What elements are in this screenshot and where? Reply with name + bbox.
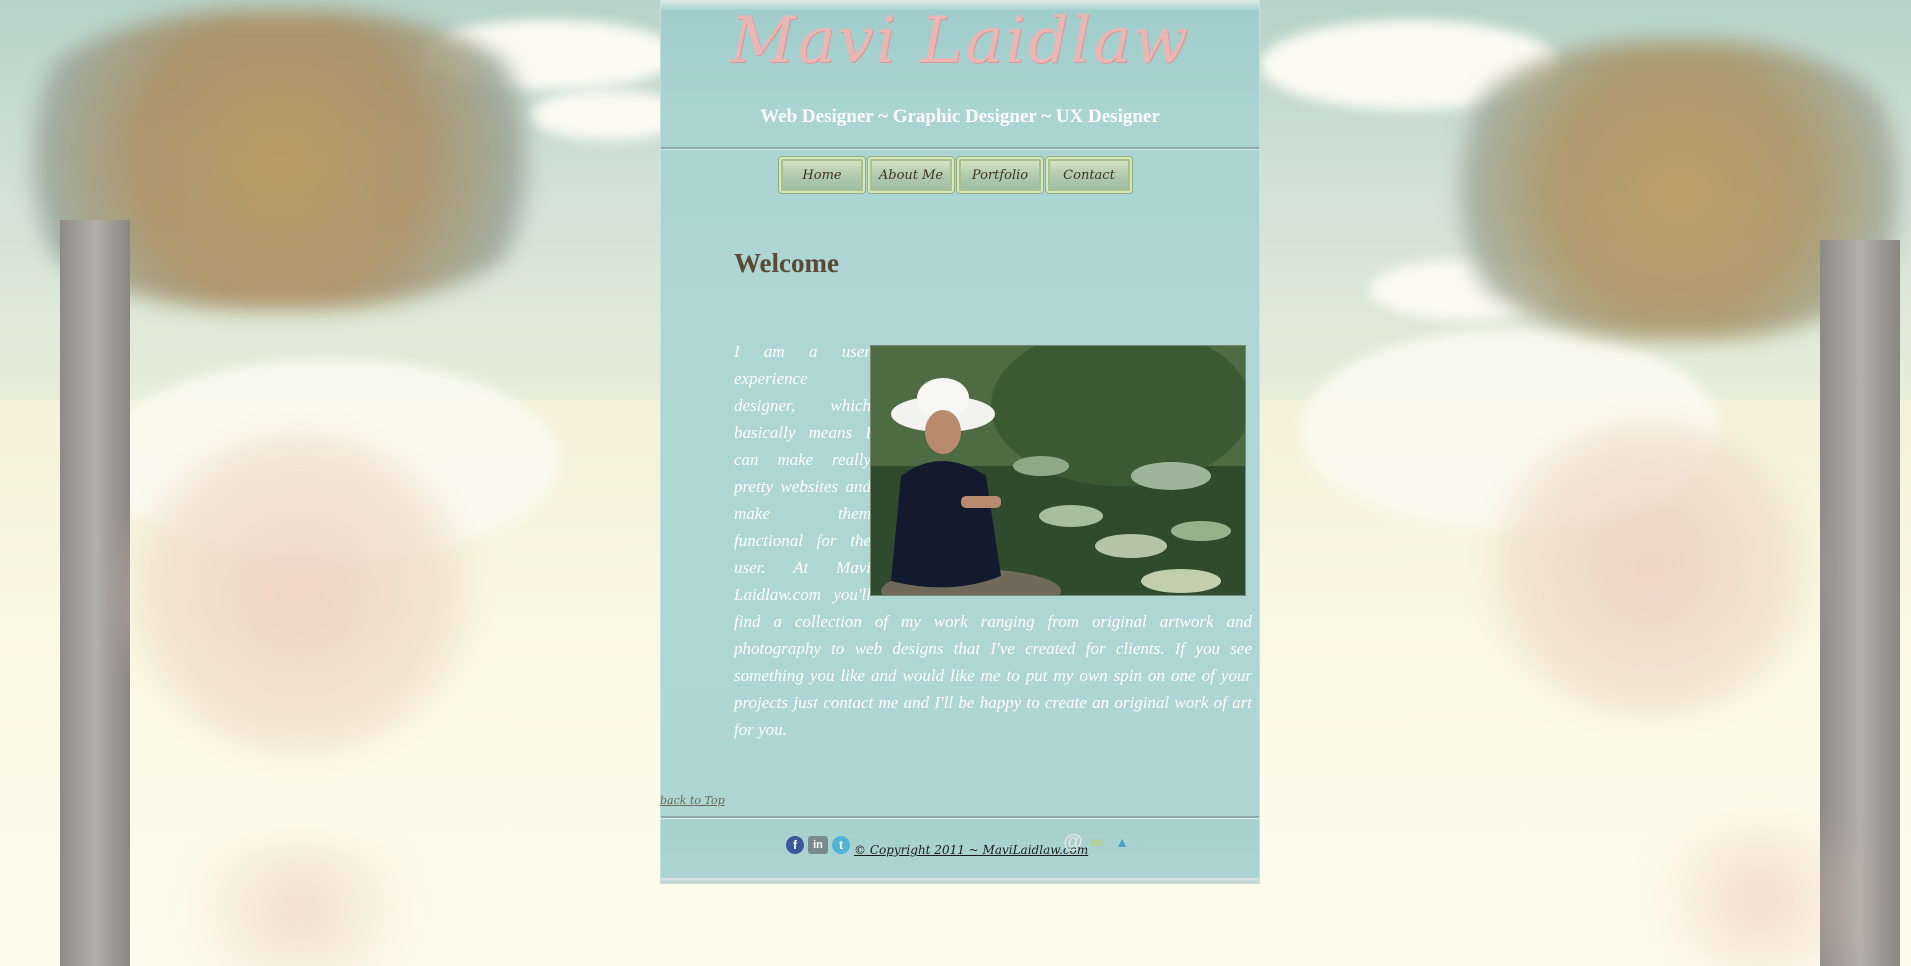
portrait-photo-graphic [871,346,1245,595]
nav-portfolio-button[interactable]: Portfolio [957,157,1043,193]
nav-contact-button[interactable]: Contact [1046,157,1132,193]
contact-links: @ ∞ ▲ [1062,831,1132,853]
profile-icon[interactable]: ▲ [1112,832,1132,852]
footer-divider [661,816,1259,819]
footer-bottom-edge [661,878,1259,883]
email-icon[interactable]: @ [1062,831,1084,853]
site-tagline: Web Designer ~ Graphic Designer ~ UX Des… [760,106,1160,127]
content-panel: Mavi Laidlaw Web Designer ~ Graphic Desi… [660,0,1259,883]
back-to-top-link[interactable]: back to Top [660,794,725,807]
copyright-link[interactable]: © Copyright 2011 ~ MaviLaidlaw.com [854,843,1088,857]
header-divider [661,147,1259,150]
facebook-icon[interactable]: f [786,836,804,854]
main-nav: Home About Me Portfolio Contact [779,157,1132,193]
portrait-photo [870,345,1246,596]
site-logo[interactable]: Mavi Laidlaw [661,4,1259,78]
page-heading: Welcome [734,248,839,278]
nav-home-button[interactable]: Home [779,157,865,193]
twitter-icon[interactable]: t [832,836,850,854]
nav-about-button[interactable]: About Me [868,157,954,193]
social-links: f in t [786,836,850,854]
linkedin-icon[interactable]: in [808,836,828,854]
link-icon[interactable]: ∞ [1086,832,1108,852]
